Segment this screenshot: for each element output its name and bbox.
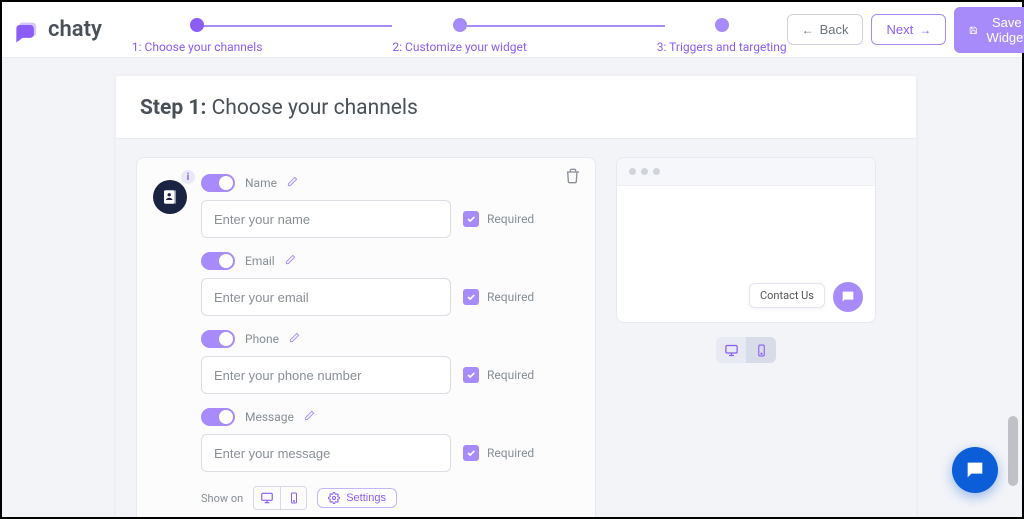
field-label: Name [245,176,277,190]
field-row-name: Required [201,200,579,238]
toggle-name[interactable] [201,174,235,192]
edit-icon[interactable] [285,254,296,268]
field-row-phone: Required [201,356,579,394]
device-picker [253,486,307,510]
scrollbar-thumb[interactable] [1008,416,1018,486]
show-on-row: Show on [201,486,579,510]
preview-device-picker [716,337,776,363]
field-label: Message [245,410,294,424]
dot-icon [641,168,648,175]
preview-mobile-option[interactable] [746,337,776,363]
page-title: Step 1: Choose your channels [140,96,892,120]
edit-icon[interactable] [304,410,315,424]
logo: chaty [14,17,102,42]
checkbox-icon [463,211,479,227]
step-3[interactable]: 3: Triggers and targeting [657,18,787,54]
field-label: Phone [245,332,279,346]
required-label: Required [487,446,534,460]
step-label: 2: Customize your widget [392,40,526,54]
chat-bubble-icon [14,18,42,42]
required-toggle[interactable]: Required [463,445,534,461]
arrow-right-icon: → [919,23,931,37]
settings-label: Settings [346,492,386,504]
wizard-steps: 1: Choose your channels 2: Customize you… [132,6,787,54]
next-button[interactable]: Next → [871,14,946,45]
editor-canvas: Step 1: Choose your channels i [116,76,916,517]
step-dot-icon [190,18,204,32]
required-toggle[interactable]: Required [463,211,534,227]
checkbox-icon [463,367,479,383]
field-row-email: Required [201,278,579,316]
columns: i Name [116,139,916,517]
field-header-phone: Phone [201,330,579,348]
toggle-phone[interactable] [201,330,235,348]
show-on-label: Show on [201,492,243,505]
required-label: Required [487,290,534,304]
save-widget-button[interactable]: Save Widget [954,7,1024,53]
back-button[interactable]: ← Back [787,14,864,45]
field-label: Email [245,254,275,268]
name-input[interactable] [201,200,451,238]
contact-tooltip: Contact Us [749,283,825,308]
header-buttons: ← Back Next → Save Widget [787,7,1024,53]
widget-preview: Contact Us [616,157,876,323]
field-header-name: Name [201,174,579,192]
canvas-header: Step 1: Choose your channels [116,76,916,139]
checkbox-icon [463,289,479,305]
app-header: chaty 1: Choose your channels 2: Customi… [2,2,1022,58]
step-connector [460,25,665,27]
edit-icon[interactable] [287,176,298,190]
required-toggle[interactable]: Required [463,289,534,305]
next-label: Next [886,22,913,37]
step-dot-icon [453,18,467,32]
channel-row: i Name [153,174,579,510]
save-icon [969,23,978,37]
checkbox-icon [463,445,479,461]
delete-channel-button[interactable] [565,168,581,188]
dot-icon [629,168,636,175]
desktop-option[interactable] [254,487,280,509]
step-dot-icon [715,18,729,32]
step-connector [197,25,392,27]
save-label: Save Widget [984,15,1024,45]
edit-icon[interactable] [289,332,300,346]
step-title: Choose your channels [212,96,418,120]
main-area: Step 1: Choose your channels i [2,58,1022,517]
required-label: Required [487,212,534,226]
toggle-email[interactable] [201,252,235,270]
step-label: 1: Choose your channels [132,40,263,54]
settings-button[interactable]: Settings [317,488,397,508]
required-toggle[interactable]: Required [463,367,534,383]
contact-form-icon: i [153,180,187,214]
field-row-message: Required [201,434,579,472]
dot-icon [653,168,660,175]
phone-input[interactable] [201,356,451,394]
step-prefix: Step 1: [140,96,206,120]
step-label: 3: Triggers and targeting [657,40,787,54]
field-header-message: Message [201,408,579,426]
gear-icon [328,492,340,504]
channel-form-panel: i Name [136,157,596,517]
info-icon[interactable]: i [181,170,195,184]
preview-desktop-option[interactable] [716,337,746,363]
contact-widget-button[interactable] [833,282,863,312]
preview-column: Contact Us [616,157,876,517]
field-header-email: Email [201,252,579,270]
message-input[interactable] [201,434,451,472]
required-label: Required [487,368,534,382]
logo-text: chaty [48,17,102,42]
step-1[interactable]: 1: Choose your channels [132,18,263,54]
toggle-message[interactable] [201,408,235,426]
help-chat-fab[interactable] [952,447,998,493]
browser-dots [617,158,875,186]
arrow-left-icon: ← [802,23,814,37]
email-input[interactable] [201,278,451,316]
step-2[interactable]: 2: Customize your widget [392,18,526,54]
back-label: Back [820,22,849,37]
mobile-option[interactable] [280,487,306,509]
form-fields: Name Required [201,174,579,510]
scrollbar[interactable] [1008,116,1018,513]
